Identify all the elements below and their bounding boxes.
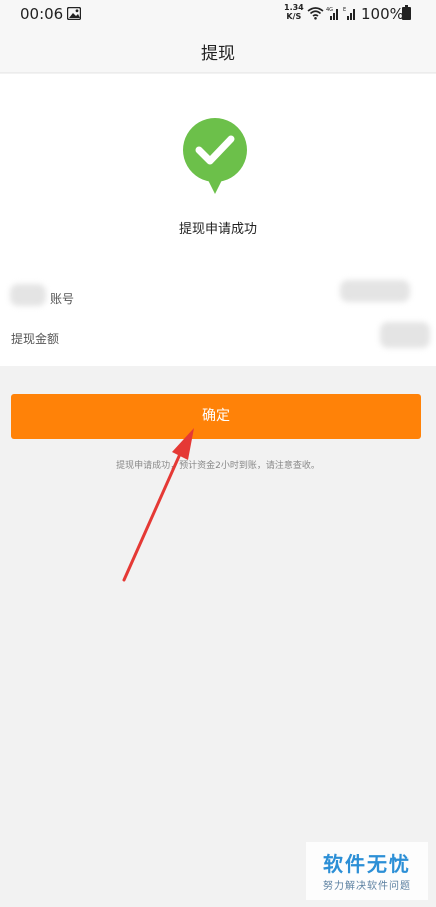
- svg-text:E: E: [343, 7, 346, 13]
- status-bar: 00:06 1.34 K/S 4G E 100%: [0, 0, 436, 28]
- battery-percent: 100%: [361, 5, 404, 23]
- watermark-title: 软件无忧: [323, 852, 411, 876]
- watermark-subtitle: 努力解决软件问题: [323, 881, 411, 892]
- gallery-notification-icon: [67, 7, 81, 20]
- wifi-icon: [307, 7, 324, 20]
- network-speed: 1.34 K/S: [284, 3, 304, 21]
- amount-label: 提现金额: [11, 332, 60, 346]
- success-message: 提现申请成功: [178, 222, 257, 237]
- account-label: 账号: [50, 292, 75, 306]
- redacted-amount-value: [380, 322, 430, 348]
- signal-4g-icon: 4G: [326, 7, 338, 20]
- page-title: 提现: [201, 44, 235, 64]
- watermark: 软件无忧 努力解决软件问题: [306, 842, 428, 900]
- success-check-icon: [182, 118, 247, 194]
- notice-text: 提现申请成功，预计资金2小时到账，请注意查收。: [116, 461, 320, 471]
- signal-e-icon: E: [343, 7, 355, 20]
- redacted-account-prefix: [10, 284, 46, 306]
- network-speed-value: 1.34: [284, 3, 304, 12]
- status-time: 00:06: [20, 5, 64, 23]
- svg-text:4G: 4G: [326, 7, 333, 13]
- redacted-account-value: [340, 280, 410, 302]
- result-card: 提现申请成功 账号 提现金额: [0, 74, 436, 366]
- battery-icon: [402, 5, 411, 20]
- confirm-button[interactable]: 确定: [11, 394, 421, 439]
- page-header: 提现: [0, 28, 436, 73]
- annotation-arrow-icon: [122, 428, 194, 582]
- network-speed-unit: K/S: [286, 12, 302, 21]
